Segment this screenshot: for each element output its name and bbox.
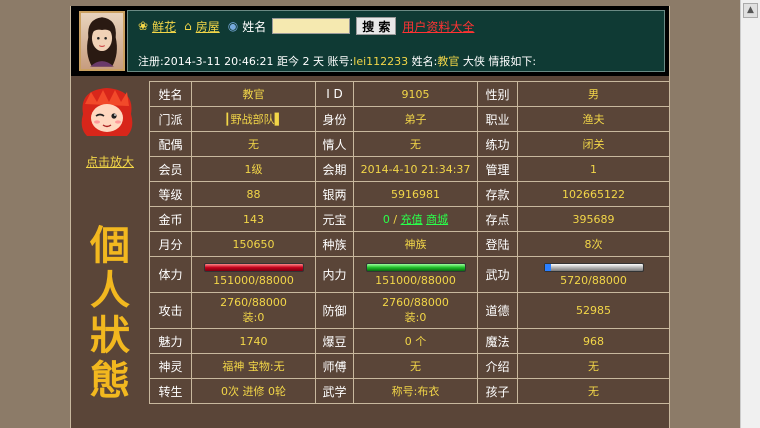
ingot-value: 0	[382, 213, 390, 226]
mp-bar	[365, 262, 466, 272]
user-avatar[interactable]	[79, 11, 125, 71]
flower-icon: ❀	[138, 19, 149, 33]
scroll-up-icon[interactable]: ▲	[743, 3, 758, 18]
skill-bar	[543, 262, 644, 272]
reg-date: 2014-3-11 20:46:21	[163, 55, 274, 68]
globe-icon: ◉	[227, 19, 239, 33]
skill-bar-fill	[544, 263, 551, 271]
table-row: 姓名 教官 I D 9105 性别 男	[149, 81, 669, 107]
enlarge-link[interactable]: 点击放大	[71, 153, 149, 170]
table-row: 体力 151000/88000 内力 151000/88000 武功 5720/…	[149, 256, 669, 293]
name-label: 姓名	[242, 19, 267, 34]
table-row: 转生 0次 进修 0轮 武学 称号:布衣 孩子 无	[149, 378, 669, 404]
table-row: 配偶 无 情人 无 练功 闭关	[149, 131, 669, 157]
registration-info: 注册:2014-3-11 20:46:21 距今 2 天 账号:lei11223…	[138, 55, 537, 68]
table-row: 等级 88 银两 5916981 存款 102665122	[149, 181, 669, 207]
all-users-link[interactable]: 用户资料大全	[402, 18, 474, 35]
hp-bar	[203, 262, 304, 272]
flower-link[interactable]: 鲜花	[152, 18, 176, 35]
personal-status-title: 個 人 狀 態	[90, 222, 130, 404]
house-icon: ⌂	[184, 19, 192, 33]
account-id: lei112233	[353, 55, 409, 68]
table-row: 攻击 2760/88000 装:0 防御 2760/88000 装:0 道德 5…	[149, 292, 669, 329]
table-row: 金币 143 元宝 0 / 充值 商城 存点 395689	[149, 206, 669, 232]
avatar-portrait-icon	[87, 17, 117, 67]
table-row: 门派 ┃野战部队▌ 身份 弟子 职业 渔夫	[149, 106, 669, 132]
search-panel: ❀ 鲜花 ⌂ 房屋 ◉ 姓名 搜 索 用户资料大全 注册:2014-3-11 2…	[127, 10, 665, 72]
table-row: 神灵 福神 宝物:无 师傅 无 介绍 无	[149, 353, 669, 379]
vertical-scrollbar[interactable]: ▲	[740, 0, 760, 428]
table-row: 魅力 1740 爆豆 0 个 魔法 968	[149, 328, 669, 354]
character-chibi[interactable]	[77, 84, 137, 144]
name-search-input[interactable]	[272, 18, 351, 34]
search-button[interactable]: 搜 索	[356, 17, 397, 35]
house-link[interactable]: 房屋	[196, 18, 220, 35]
side-panel: 点击放大 個 人 狀 態	[71, 81, 149, 428]
table-row: 月分 150650 种族 神族 登陆 8次	[149, 231, 669, 257]
profile-page: ❀ 鲜花 ⌂ 房屋 ◉ 姓名 搜 索 用户资料大全 注册:2014-3-11 2…	[70, 6, 670, 428]
table-row: 会员 1级 会期 2014-4-10 21:34:37 管理 1	[149, 156, 669, 182]
header-bar: ❀ 鲜花 ⌂ 房屋 ◉ 姓名 搜 索 用户资料大全 注册:2014-3-11 2…	[71, 6, 669, 76]
stats-table: 姓名 教官 I D 9105 性别 男 门派 ┃野战部队▌ 身份 弟子 职业 渔…	[149, 81, 669, 404]
user-name: 教官	[437, 55, 460, 68]
mall-link[interactable]: 商城	[426, 213, 448, 226]
chibi-character-icon	[81, 88, 133, 136]
recharge-link[interactable]: 充值	[401, 213, 423, 226]
days-ago: 2	[302, 55, 310, 68]
